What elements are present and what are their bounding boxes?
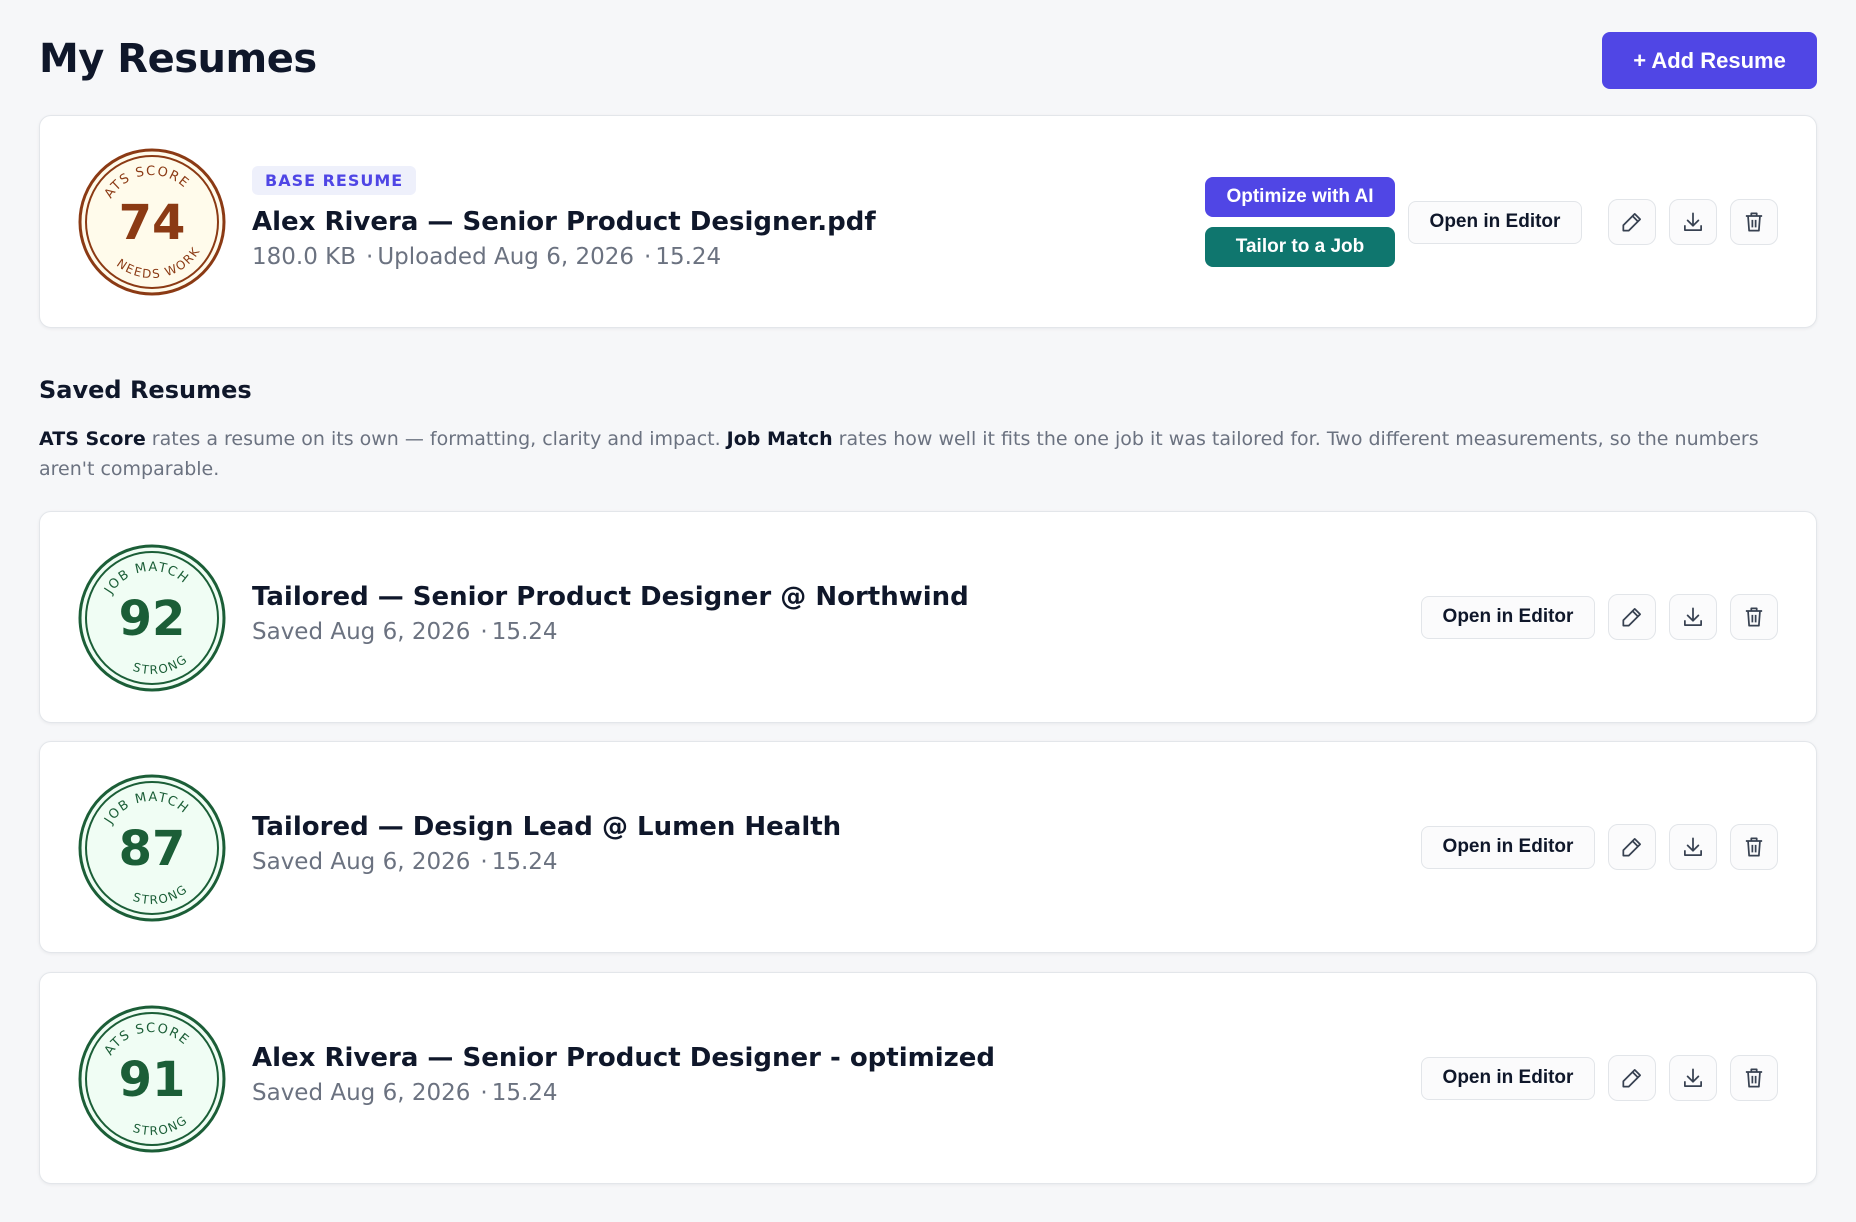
file-size: 180.0 KB (252, 244, 357, 270)
open-in-editor-button[interactable]: Open in Editor (1421, 825, 1595, 869)
delete-button[interactable] (1730, 594, 1778, 640)
add-resume-button[interactable]: + Add Resume (1602, 32, 1817, 89)
edit-button[interactable] (1608, 824, 1656, 870)
download-button[interactable] (1669, 199, 1717, 245)
saved-date: Saved Aug 6, 2026 (252, 849, 471, 875)
edit-button[interactable] (1608, 1055, 1656, 1101)
download-icon (1680, 834, 1706, 860)
resume-actions: Open in Editor (1421, 594, 1778, 640)
download-button[interactable] (1669, 594, 1717, 640)
optimize-with-ai-button[interactable]: Optimize with AI (1205, 177, 1395, 217)
pencil-icon (1619, 604, 1645, 630)
job-match-badge: JOB MATCH 87 STRONG (78, 774, 226, 922)
trash-icon (1741, 604, 1767, 630)
edit-button[interactable] (1608, 594, 1656, 640)
delete-button[interactable] (1730, 824, 1778, 870)
ats-score-badge: ATS SCORE 74 NEEDS WORK (78, 148, 226, 296)
saved-resume-card: JOB MATCH 87 STRONG Tailored — Design Lead… (39, 741, 1817, 953)
saved-resume-card: ATS SCORE 91 STRONG Alex Rivera — Senior P… (39, 972, 1817, 1184)
badge-score: 74 (119, 195, 186, 251)
resume-title: Tailored — Design Lead @ Lumen Health (252, 812, 842, 842)
saved-date: Saved Aug 6, 2026 (252, 619, 471, 645)
resume-actions: Optimize with AI Tailor to a Job Open in… (1205, 177, 1778, 267)
resume-meta: Saved Aug 6, 2026 · 15.24 (252, 619, 558, 645)
resume-actions: Open in Editor (1421, 824, 1778, 870)
download-button[interactable] (1669, 824, 1717, 870)
pencil-icon (1619, 209, 1645, 235)
ats-score-badge: ATS SCORE 91 STRONG (78, 1005, 226, 1153)
resume-title: Alex Rivera — Senior Product Designer.pd… (252, 207, 876, 237)
badge-score: 91 (119, 1052, 186, 1108)
download-icon (1680, 209, 1706, 235)
trash-icon (1741, 1065, 1767, 1091)
download-icon (1680, 1065, 1706, 1091)
job-match-badge: JOB MATCH 92 STRONG (78, 544, 226, 692)
base-resume-pill: BASE RESUME (252, 166, 417, 195)
pencil-icon (1619, 1065, 1645, 1091)
pencil-icon (1619, 834, 1645, 860)
page-title: My Resumes (39, 36, 317, 82)
saved-time: 15.24 (491, 1080, 558, 1106)
job-match-term: Job Match (726, 428, 833, 450)
trash-icon (1741, 209, 1767, 235)
badge-score: 87 (119, 821, 186, 877)
resume-meta: Saved Aug 6, 2026 · 15.24 (252, 1080, 558, 1106)
saved-date: Saved Aug 6, 2026 (252, 1080, 471, 1106)
saved-time: 15.24 (491, 849, 558, 875)
delete-button[interactable] (1730, 1055, 1778, 1101)
resume-title: Tailored — Senior Product Designer @ Nor… (252, 582, 969, 612)
open-in-editor-button[interactable]: Open in Editor (1421, 595, 1595, 639)
trash-icon (1741, 834, 1767, 860)
upload-date: Uploaded Aug 6, 2026 (377, 244, 635, 270)
badge-score: 92 (119, 591, 186, 647)
open-in-editor-button[interactable]: Open in Editor (1408, 200, 1582, 244)
saved-resume-card: JOB MATCH 92 STRONG Tailored — Senior Prod… (39, 511, 1817, 723)
download-icon (1680, 604, 1706, 630)
resume-title: Alex Rivera — Senior Product Designer - … (252, 1043, 996, 1073)
resume-actions: Open in Editor (1421, 1055, 1778, 1101)
download-button[interactable] (1669, 1055, 1717, 1101)
resume-meta: 180.0 KB · Uploaded Aug 6, 2026 · 15.24 (252, 244, 722, 270)
edit-button[interactable] (1608, 199, 1656, 245)
saved-resumes-heading: Saved Resumes (39, 376, 252, 404)
open-in-editor-button[interactable]: Open in Editor (1421, 1056, 1595, 1100)
upload-time: 15.24 (655, 244, 722, 270)
delete-button[interactable] (1730, 199, 1778, 245)
saved-time: 15.24 (491, 619, 558, 645)
base-resume-card: ATS SCORE 74 NEEDS WORK BASE RESUME Alex R… (39, 115, 1817, 328)
tailor-to-job-button[interactable]: Tailor to a Job (1205, 227, 1395, 267)
ats-score-term: ATS Score (39, 428, 146, 450)
score-explanation: ATS Score rates a resume on its own — fo… (39, 428, 1759, 480)
resume-meta: Saved Aug 6, 2026 · 15.24 (252, 849, 558, 875)
